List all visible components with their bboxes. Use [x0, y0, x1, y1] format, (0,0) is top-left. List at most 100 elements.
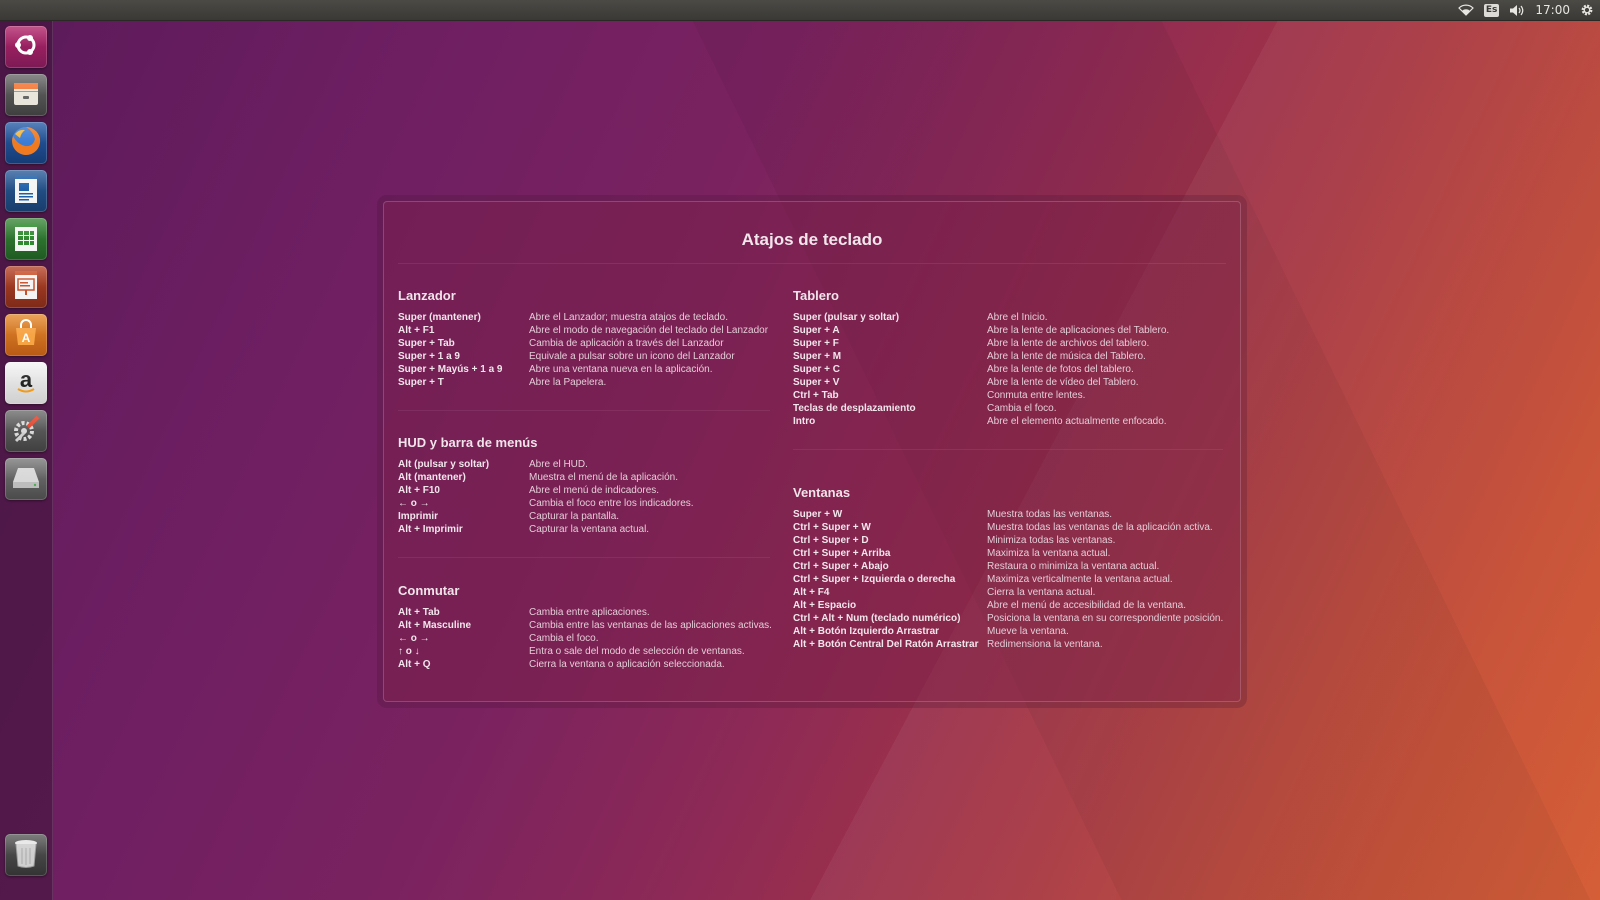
shortcut-key: Super + C [793, 364, 840, 375]
section-title: Ventanas [793, 485, 851, 500]
launcher-item-software-center[interactable]: A [5, 314, 47, 356]
shortcut-key: Ctrl + Super + Abajo [793, 561, 889, 572]
shortcut-description: Abre la lente de archivos del tablero. [987, 338, 1150, 349]
shortcut-key: Alt (mantener) [398, 472, 466, 483]
launcher-item-amazon[interactable]: a [5, 362, 47, 404]
volume-icon[interactable] [1509, 0, 1525, 20]
presentation-icon [11, 269, 41, 305]
overlay-title: Atajos de teclado [741, 230, 883, 249]
section-hud: HUD y barra de menús Alt (pulsar y solta… [398, 433, 694, 536]
shortcut-row: ← o → Cambia el foco entre los indicadore… [398, 497, 694, 510]
gear-icon[interactable] [1580, 0, 1594, 20]
launcher-item-system-settings[interactable] [5, 410, 47, 452]
shortcut-key: Ctrl + Super + W [793, 522, 871, 533]
shortcut-row: Alt + Imprimir Capturar la ventana actual… [398, 523, 694, 536]
divider [398, 557, 770, 558]
svg-text:a: a [20, 367, 33, 392]
shortcut-description: Redimensiona la ventana. [987, 639, 1103, 650]
shortcut-key: Ctrl + Super + Izquierda o derecha [793, 574, 956, 585]
shortcut-key: Teclas de desplazamiento [793, 403, 916, 414]
shortcut-description: Abre el Inicio. [987, 312, 1048, 323]
launcher-item-ubuntu-dash[interactable] [5, 26, 47, 68]
shortcut-key: Super (pulsar y soltar) [793, 312, 900, 323]
shortcut-row: Super + V Abre la lente de vídeo del Tabl… [793, 376, 1169, 389]
shortcut-row: Ctrl + Super + Izquierda o derecha Maximi… [793, 573, 1223, 586]
shortcut-description: Cierra la ventana actual. [987, 587, 1096, 598]
launcher-item-drive[interactable] [5, 458, 47, 500]
shortcut-description: Muestra el menú de la aplicación. [529, 472, 678, 483]
section-title: HUD y barra de menús [398, 435, 538, 450]
shortcut-row: Imprimir Capturar la pantalla. [398, 510, 694, 523]
shortcut-description: Abre la lente de aplicaciones del Tabler… [987, 325, 1170, 336]
shortcut-description: Mueve la ventana. [987, 626, 1069, 637]
shortcut-row: Alt + F1 Abre el modo de navegación del t… [398, 324, 768, 337]
shortcut-row: Super + A Abre la lente de aplicaciones d… [793, 324, 1169, 337]
clock[interactable]: 17:00 [1535, 0, 1570, 20]
firefox-icon [9, 124, 43, 162]
shortcut-description: Abre una ventana nueva en la aplicación. [529, 364, 713, 375]
shortcut-description: Minimiza todas las ventanas. [987, 535, 1116, 546]
shortcut-key: Imprimir [398, 511, 439, 522]
divider [398, 410, 770, 411]
shortcut-description: Capturar la ventana actual. [529, 524, 650, 535]
document-icon [11, 173, 41, 209]
shortcut-description: Maximiza verticalmente la ventana actual… [987, 574, 1173, 585]
shortcut-description: Cambia el foco. [529, 633, 599, 644]
shortcut-key: Super + A [793, 325, 840, 336]
section-lanzador: Lanzador Super (mantener) Abre el Lanzado… [398, 286, 768, 389]
shortcut-key: ← o → [398, 633, 430, 644]
shortcut-row: Super + Mayús + 1 a 9 Abre una ventana nu… [398, 363, 768, 376]
shortcut-description: Abre el menú de accesibilidad de la vent… [987, 600, 1187, 611]
shortcut-key: Super + M [793, 351, 842, 362]
shortcut-key: Intro [793, 416, 816, 427]
launcher-item-files[interactable] [5, 74, 47, 116]
wifi-icon[interactable] [1458, 0, 1474, 20]
shortcut-row: ↑ o ↓ Entra o sale del modo de selección … [398, 645, 772, 658]
shortcut-description: Cambia de aplicación a través del Lanzad… [529, 338, 724, 349]
shortcut-row: Alt + Masculine Cambia entre las ventanas… [398, 619, 772, 632]
amazon-icon: a [11, 366, 41, 400]
launcher-item-calc[interactable] [5, 218, 47, 260]
shortcut-row: Alt + Botón Central Del Ratón Arrastrar R… [793, 638, 1223, 651]
spreadsheet-icon [11, 221, 41, 257]
shortcut-key: Super + Mayús + 1 a 9 [398, 364, 503, 375]
shortcut-description: Equivale a pulsar sobre un icono del Lan… [529, 351, 735, 362]
shortcut-description: Abre el HUD. [529, 459, 588, 470]
shortcut-description: Muestra todas las ventanas de la aplicac… [987, 522, 1213, 533]
shortcut-description: Cambia entre las ventanas de las aplicac… [529, 620, 772, 631]
shortcut-description: Cambia el foco entre los indicadores. [529, 498, 694, 509]
shortcut-description: Cambia el foco. [987, 403, 1057, 414]
shortcut-row: Super (mantener) Abre el Lanzador; muestr… [398, 311, 768, 324]
shortcut-key: Alt + Imprimir [398, 524, 463, 535]
shortcut-key: Alt + Q [398, 659, 431, 670]
shortcut-key: Ctrl + Tab [793, 390, 839, 401]
top-panel: Es 17:00 [0, 0, 1600, 21]
section-conmutar: Conmutar Alt + Tab Cambia entre aplicacio… [398, 581, 772, 671]
shortcut-row: Super + Tab Cambia de aplicación a través… [398, 337, 768, 350]
section-tablero: Tablero Super (pulsar y soltar) Abre el I… [793, 286, 1169, 428]
shortcut-key: ↑ o ↓ [398, 646, 420, 657]
shortcut-key: Alt + Tab [398, 607, 440, 618]
keyboard-layout-indicator[interactable]: Es [1483, 0, 1500, 20]
shortcut-row: Ctrl + Alt + Num (teclado numérico) Posic… [793, 612, 1223, 625]
shortcut-key: Alt + Botón Central Del Ratón Arrastrar [793, 639, 979, 650]
shortcut-row: Super + 1 a 9 Equivale a pulsar sobre un … [398, 350, 768, 363]
launcher-item-impress[interactable] [5, 266, 47, 308]
shortcut-key: Alt + F1 [398, 325, 435, 336]
shortcut-description: Abre la lente de vídeo del Tablero. [987, 377, 1139, 388]
shortcut-description: Capturar la pantalla. [529, 511, 620, 522]
shortcut-key: Alt + F10 [398, 485, 440, 496]
launcher-item-writer[interactable] [5, 170, 47, 212]
launcher-item-firefox[interactable] [5, 122, 47, 164]
shortcut-row: Ctrl + Super + Abajo Restaura o minimiza … [793, 560, 1223, 573]
divider [793, 449, 1223, 450]
shortcut-description: Abre la lente de música del Tablero. [987, 351, 1146, 362]
launcher-item-trash[interactable] [5, 834, 47, 876]
shortcut-row: ← o → Cambia el foco. [398, 632, 772, 645]
shortcut-description: Maximiza la ventana actual. [987, 548, 1111, 559]
shortcut-key: ← o → [398, 498, 430, 509]
shortcut-description: Posiciona la ventana en su correspondien… [987, 613, 1224, 624]
shortcut-key: Super + F [793, 338, 839, 349]
shortcut-key: Alt + F4 [793, 587, 830, 598]
divider [398, 263, 1226, 264]
